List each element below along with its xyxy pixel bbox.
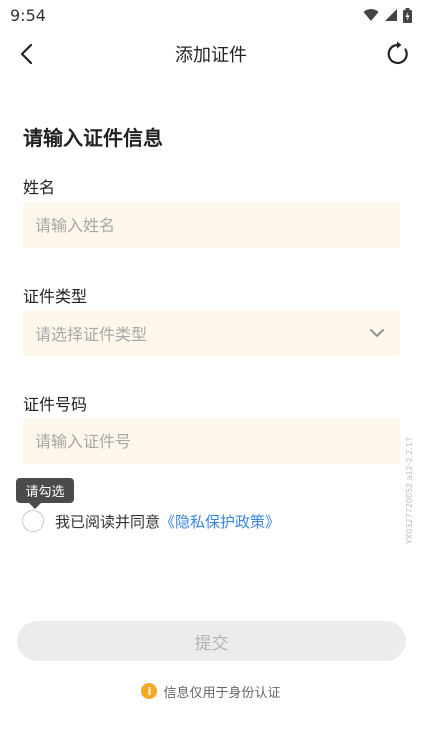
info-icon: i: [141, 683, 158, 699]
submit-button[interactable]: 提交: [17, 621, 406, 661]
agreement-text: 我已阅读并同意: [55, 512, 161, 531]
footer-note: i 信息仅用于身份认证: [0, 680, 422, 702]
id-type-label: 证件类型: [23, 287, 88, 306]
page-title: 添加证件: [175, 45, 247, 66]
check-tooltip: 请勾选: [16, 478, 74, 509]
privacy-policy-link[interactable]: 《隐私保护政策》: [160, 511, 280, 532]
signal-icon: [385, 9, 397, 21]
refresh-icon[interactable]: [384, 40, 412, 68]
status-bar: 9:54: [0, 0, 422, 30]
id-type-select[interactable]: 请选择证件类型: [23, 310, 400, 356]
id-type-placeholder: 请选择证件类型: [35, 325, 148, 344]
chevron-down-icon: [354, 310, 400, 356]
nav-bar: 添加证件: [0, 30, 422, 78]
name-field: [23, 202, 400, 248]
version-watermark: YX0327720052 a12-2.2.17: [405, 436, 415, 544]
id-number-label: 证件号码: [23, 395, 88, 414]
id-number-field: [23, 418, 400, 464]
chevron-left-icon[interactable]: [14, 40, 42, 68]
status-time: 9:54: [10, 5, 46, 25]
agreement-checkbox[interactable]: [22, 510, 44, 532]
agreement-row: 我已阅读并同意 《隐私保护政策》: [22, 510, 280, 532]
name-label: 姓名: [23, 178, 56, 197]
wifi-icon: [363, 9, 379, 21]
add-id-page: 9:54 添加证件 请输入证件信息 姓名 证件类型: [0, 0, 422, 750]
section-title: 请输入证件信息: [23, 126, 163, 150]
name-input[interactable]: [35, 202, 400, 248]
footer-text: 信息仅用于身份认证: [163, 685, 281, 701]
status-icons: [363, 7, 412, 23]
battery-icon: [403, 7, 412, 23]
id-number-input[interactable]: [35, 418, 400, 464]
